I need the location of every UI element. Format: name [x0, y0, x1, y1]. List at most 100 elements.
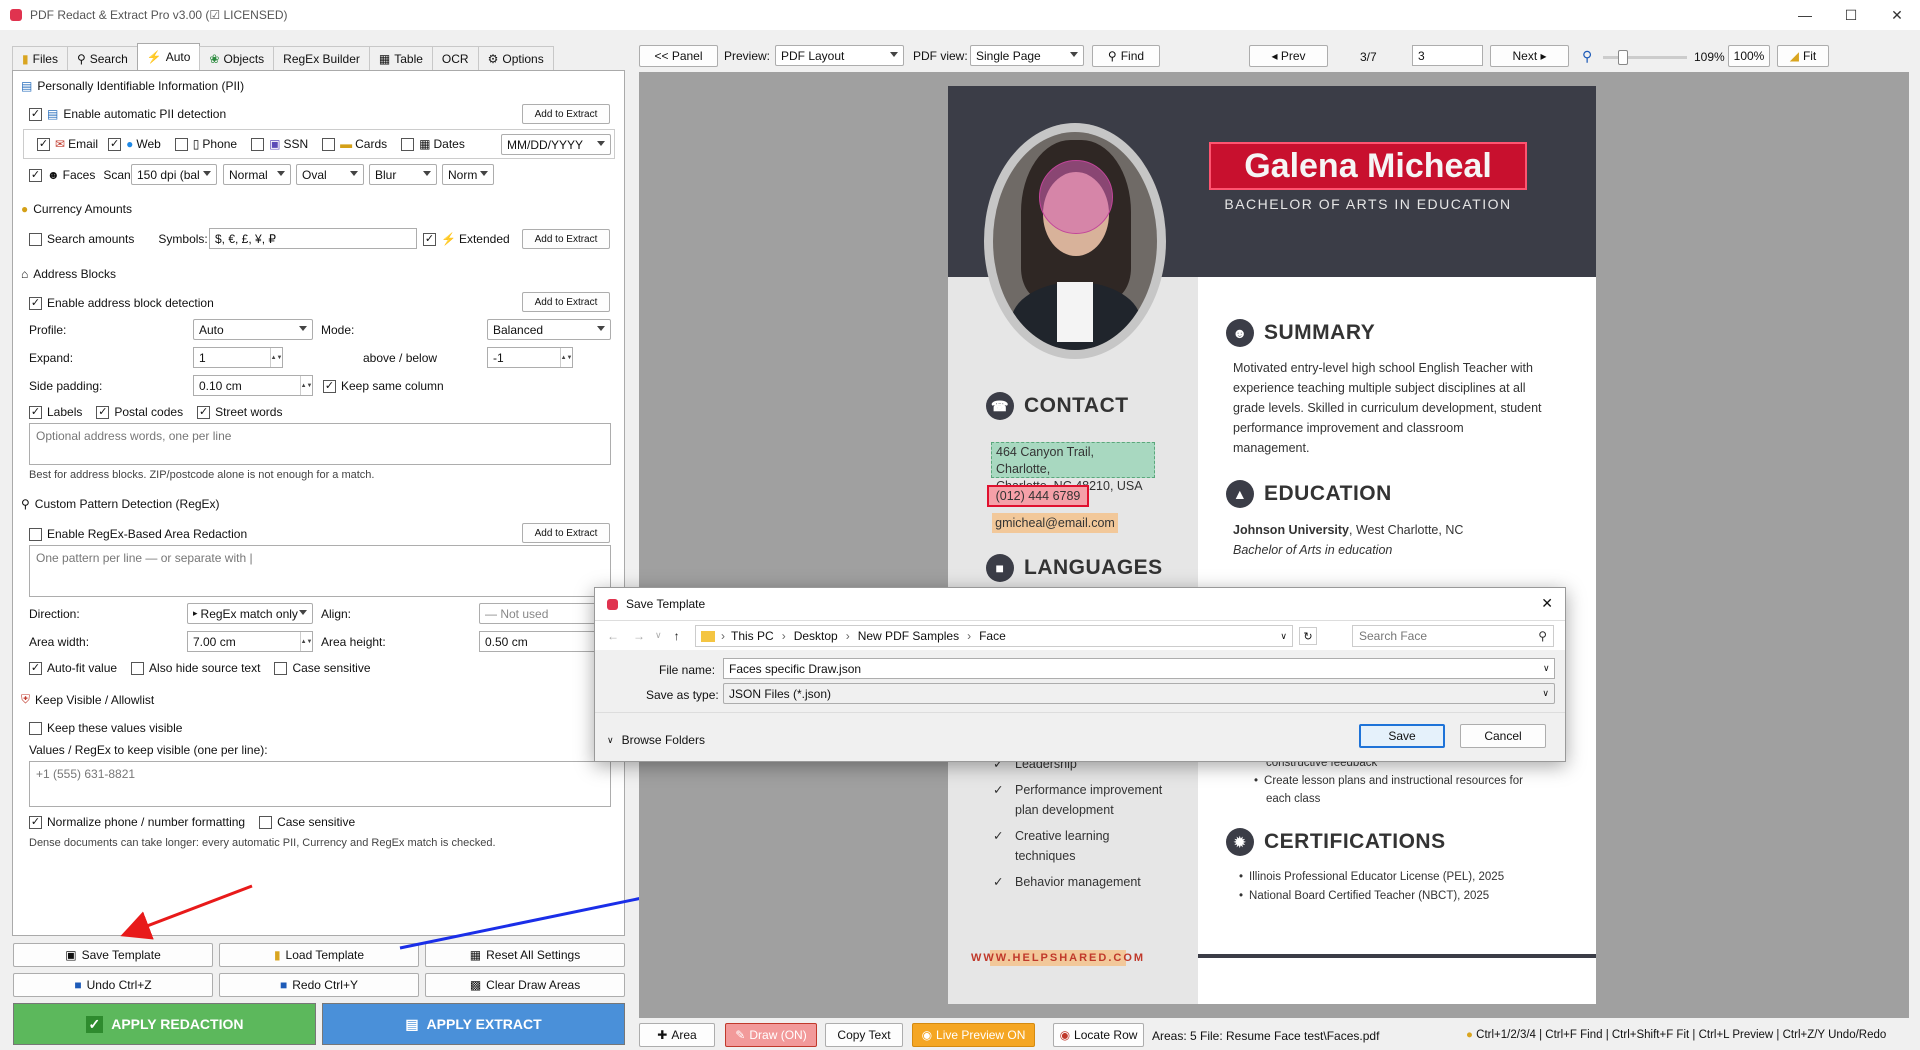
above-below-spinner[interactable]: -1 ▲▼ — [487, 347, 573, 368]
locate-row-button[interactable]: ◉ Locate Row — [1053, 1023, 1144, 1047]
redo-button[interactable]: ■ Redo Ctrl+Y — [219, 973, 419, 997]
extended-checkbox[interactable]: ✓ — [423, 232, 436, 246]
fit-button[interactable]: ◢ Fit — [1777, 45, 1829, 67]
tab-regex-builder[interactable]: RegEx Builder — [273, 46, 370, 70]
faces-checkbox[interactable]: ✓ — [29, 168, 42, 182]
hide-source-checkbox[interactable] — [131, 661, 145, 675]
tab-table[interactable]: ▦ Table — [368, 46, 433, 70]
regex-enable-checkbox[interactable] — [29, 527, 42, 541]
area-width-spinner[interactable]: 7.00 cm ▲▼ — [187, 631, 313, 652]
breadcrumb-item[interactable]: This PC — [731, 629, 774, 643]
dates-checkbox[interactable] — [401, 137, 415, 151]
spinner-arrows-icon[interactable]: ▲▼ — [560, 348, 572, 367]
regex-patterns-textarea[interactable]: One pattern per line — or separate with … — [29, 545, 611, 597]
face-norm-select[interactable]: Norm — [442, 164, 494, 185]
postal-codes-checkbox[interactable]: ✓ — [96, 405, 110, 419]
address-bar[interactable]: › This PC › Desktop › New PDF Samples › Face… — [695, 625, 1293, 647]
currency-symbols-input[interactable]: $, €, £, ¥, ₽ — [209, 228, 417, 249]
pii-enable-checkbox[interactable]: ✓ — [29, 107, 42, 121]
address-enable-checkbox[interactable]: ✓ — [29, 296, 42, 310]
pdf-viewer[interactable]: Galena Micheal BACHELOR OF ARTS IN EDUCA… — [639, 72, 1909, 1018]
forward-arrow-icon[interactable]: → — [633, 629, 645, 643]
street-words-checkbox[interactable]: ✓ — [197, 405, 211, 419]
tab-objects[interactable]: ❀ Objects — [199, 46, 275, 70]
face-mode-select[interactable]: Normal — [223, 164, 291, 185]
load-template-button[interactable]: ▮ Load Template — [219, 943, 419, 967]
tab-options[interactable]: ⚙ Options — [477, 46, 554, 70]
copy-text-button[interactable]: Copy Text — [825, 1023, 903, 1047]
autofit-checkbox[interactable]: ✓ — [29, 661, 42, 675]
keep-visible-checkbox[interactable] — [29, 721, 42, 735]
tab-search[interactable]: ⚲ Search — [66, 46, 138, 70]
zoom-slider-thumb[interactable] — [1617, 50, 1628, 65]
area-height-spinner[interactable]: 0.50 cm — [479, 631, 611, 652]
scan-dpi-select[interactable]: 150 dpi (bal — [131, 164, 217, 185]
spinner-arrows-icon[interactable]: ▲▼ — [300, 632, 312, 651]
allow-case-checkbox[interactable] — [259, 815, 273, 829]
breadcrumb-item[interactable]: Desktop — [794, 629, 838, 643]
email-checkbox[interactable]: ✓ — [37, 137, 50, 151]
ssn-checkbox[interactable] — [251, 137, 265, 151]
date-format-select[interactable]: MM/DD/YYYY — [501, 134, 611, 155]
face-shape-select[interactable]: Oval — [296, 164, 364, 185]
web-checkbox[interactable]: ✓ — [108, 137, 122, 151]
tab-ocr[interactable]: OCR — [431, 46, 479, 70]
search-folder-input[interactable]: Search Face ⚲ — [1352, 625, 1554, 647]
labels-checkbox[interactable]: ✓ — [29, 405, 42, 419]
spinner-arrows-icon[interactable]: ▲▼ — [270, 348, 282, 367]
back-arrow-icon[interactable]: ← — [607, 629, 619, 643]
keep-column-checkbox[interactable]: ✓ — [323, 379, 336, 393]
panel-toggle-button[interactable]: << Panel — [639, 45, 718, 67]
spinner-arrows-icon[interactable]: ▲▼ — [300, 376, 312, 395]
chevron-down-icon[interactable]: ∨ — [1543, 663, 1550, 674]
expand-spinner[interactable]: 1 ▲▼ — [193, 347, 283, 368]
search-amounts-checkbox[interactable] — [29, 232, 42, 246]
apply-redaction-button[interactable]: ✓ APPLY REDACTION — [13, 1003, 316, 1045]
recent-chevron-icon[interactable]: ∨ — [655, 630, 662, 641]
dialog-close-icon[interactable]: ✕ — [1541, 595, 1553, 612]
next-page-button[interactable]: Next ▸ — [1490, 45, 1569, 67]
apply-extract-button[interactable]: ▤ APPLY EXTRACT — [322, 1003, 625, 1045]
breadcrumb-item[interactable]: Face — [979, 629, 1006, 643]
address-words-textarea[interactable]: Optional address words, one per line — [29, 423, 611, 465]
draw-toggle-button[interactable]: ✎ Draw (ON) — [725, 1023, 817, 1047]
normalize-checkbox[interactable]: ✓ — [29, 815, 42, 829]
currency-add-to-extract-button[interactable]: Add to Extract — [522, 229, 610, 249]
profile-select[interactable]: Auto — [193, 319, 313, 340]
page-number-input[interactable]: 3 — [1412, 45, 1483, 66]
cards-checkbox[interactable] — [322, 137, 336, 151]
chevron-down-icon[interactable]: ∨ — [1280, 631, 1287, 642]
tab-auto[interactable]: ⚡ Auto — [136, 43, 201, 70]
side-padding-spinner[interactable]: 0.10 cm ▲▼ — [193, 375, 313, 396]
reset-all-button[interactable]: ▦ Reset All Settings — [425, 943, 625, 967]
prev-page-button[interactable]: ◂ Prev — [1249, 45, 1328, 67]
breadcrumb-item[interactable]: New PDF Samples — [858, 629, 959, 643]
allowlist-textarea[interactable]: +1 (555) 631-8821 — [29, 761, 611, 807]
regex-case-checkbox[interactable] — [274, 661, 288, 675]
browse-folders-toggle[interactable]: ∨ Browse Folders — [607, 733, 705, 747]
phone-checkbox[interactable] — [174, 137, 188, 151]
close-button[interactable]: ✕ — [1874, 0, 1920, 30]
minimize-button[interactable]: — — [1782, 0, 1828, 30]
dialog-save-button[interactable]: Save — [1359, 724, 1445, 748]
maximize-button[interactable]: ☐ — [1828, 0, 1874, 30]
area-tool-button[interactable]: ✚ Area — [639, 1023, 715, 1047]
dialog-cancel-button[interactable]: Cancel — [1460, 724, 1546, 748]
refresh-icon[interactable]: ↻ — [1299, 627, 1317, 645]
save-as-type-select[interactable]: JSON Files (*.json) ∨ — [723, 683, 1555, 704]
mode-select[interactable]: Balanced — [487, 319, 611, 340]
direction-select[interactable]: ▸ RegEx match only — [187, 603, 313, 624]
preview-select[interactable]: PDF Layout — [775, 45, 904, 66]
align-select[interactable]: — Not used — [479, 603, 611, 624]
zoom-slider[interactable] — [1603, 50, 1687, 65]
address-add-to-extract-button[interactable]: Add to Extract — [522, 292, 610, 312]
find-button[interactable]: ⚲ Find — [1092, 45, 1160, 67]
face-effect-select[interactable]: Blur — [369, 164, 437, 185]
save-template-button[interactable]: ▣ Save Template — [13, 943, 213, 967]
pdf-view-select[interactable]: Single Page — [970, 45, 1084, 66]
regex-add-to-extract-button[interactable]: Add to Extract — [522, 523, 610, 543]
live-preview-toggle[interactable]: ◉ Live Preview ON — [912, 1023, 1035, 1047]
pii-add-to-extract-button[interactable]: Add to Extract — [522, 104, 610, 124]
tab-files[interactable]: ▮ Files — [12, 46, 68, 70]
file-name-input[interactable]: Faces specific Draw.json — [723, 658, 1555, 679]
